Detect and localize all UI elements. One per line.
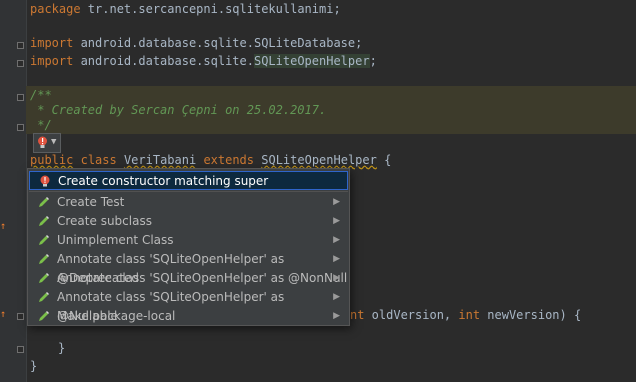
pencil-icon xyxy=(39,273,49,283)
outer-close-brace: } xyxy=(30,359,38,373)
chevron-right-icon: ▶ xyxy=(333,292,340,302)
package-line: package tr.net.sercancepni.sqlitekullani… xyxy=(30,2,341,16)
menu-item-label: Annotate class 'SQLiteOpenHelper' as @No… xyxy=(57,271,348,285)
menu-item-create-subclass[interactable]: Create subclass ▶ xyxy=(29,212,348,231)
chevron-down-icon: ▼ xyxy=(51,137,57,147)
import-line-1: import android.database.sqlite.SQLiteDat… xyxy=(30,36,363,50)
menu-item-unimplement-class[interactable]: Unimplement Class ▶ xyxy=(29,231,348,250)
menu-item-label: Make package-local xyxy=(57,309,176,323)
chevron-right-icon: ▶ xyxy=(333,254,340,264)
fold-icon[interactable] xyxy=(17,60,24,67)
fold-icon[interactable] xyxy=(17,124,24,131)
inner-close-brace: } xyxy=(58,341,66,355)
chevron-right-icon: ▶ xyxy=(333,311,340,321)
menu-item-annotate-nullable[interactable]: Annotate class 'SQLiteOpenHelper' as @Nu… xyxy=(29,288,348,323)
menu-item-make-package-local[interactable]: Make package-local ▶ xyxy=(29,307,348,326)
override-marker-icon[interactable]: ↑ xyxy=(0,222,8,232)
comment-close: */ xyxy=(30,118,52,132)
pencil-icon xyxy=(39,311,49,321)
import-line-2: import android.database.sqlite.SQLiteOpe… xyxy=(30,54,377,68)
menu-separator xyxy=(29,191,348,192)
fold-icon[interactable] xyxy=(17,42,24,49)
pencil-icon xyxy=(39,216,49,226)
chevron-right-icon: ▶ xyxy=(333,235,340,245)
fold-icon[interactable] xyxy=(17,346,24,353)
comment-body: * Created by Sercan Çepni on 25.02.2017. xyxy=(30,103,327,117)
chevron-right-icon: ▶ xyxy=(333,273,340,283)
method-signature-fragment: nt oldVersion, int newVersion) { xyxy=(350,308,582,322)
fold-icon[interactable] xyxy=(17,94,24,101)
menu-item-annotate-nonnull[interactable]: Annotate class 'SQLiteOpenHelper' as @No… xyxy=(29,269,348,288)
menu-item-label: Create Test xyxy=(57,195,125,209)
pencil-icon xyxy=(39,197,49,207)
intention-bulb-button[interactable]: ▼ xyxy=(33,133,61,153)
bulb-error-icon xyxy=(38,136,47,148)
bulb-error-icon xyxy=(40,175,50,187)
pencil-icon xyxy=(39,254,49,264)
pencil-icon xyxy=(39,292,49,302)
chevron-right-icon: ▶ xyxy=(333,216,340,226)
menu-item-annotate-deprecated[interactable]: Annotate class 'SQLiteOpenHelper' as @De… xyxy=(29,250,348,285)
chevron-right-icon: ▶ xyxy=(333,197,340,207)
menu-item-create-constructor[interactable]: Create constructor matching super xyxy=(29,171,348,190)
class-declaration-line: public class VeriTabani extends SQLiteOp… xyxy=(30,153,392,167)
override-marker-icon[interactable]: ↑ xyxy=(0,310,8,320)
menu-item-create-test[interactable]: Create Test ▶ xyxy=(29,193,348,212)
fold-icon[interactable] xyxy=(17,313,24,320)
menu-item-label: Create subclass xyxy=(57,214,152,228)
intention-actions-popup: Create constructor matching super Create… xyxy=(27,168,350,326)
pencil-icon xyxy=(39,235,49,245)
menu-item-label: Create constructor matching super xyxy=(58,174,269,188)
menu-item-label: Unimplement Class xyxy=(57,233,174,247)
